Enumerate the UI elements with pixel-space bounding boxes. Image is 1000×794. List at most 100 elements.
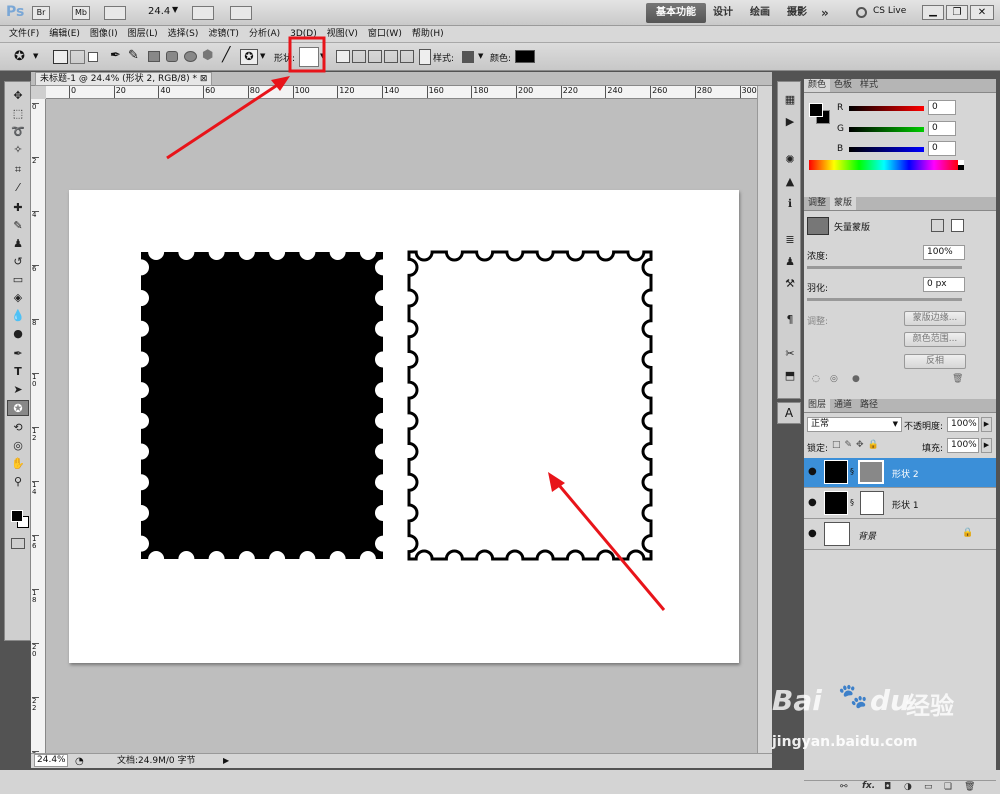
navigator-panel-icon[interactable]: ✺ <box>779 152 801 168</box>
tab-channels[interactable]: 通道 <box>830 399 856 412</box>
pixel-mask-icon[interactable] <box>931 219 944 232</box>
color-spectrum[interactable] <box>809 160 959 170</box>
history-panel-icon[interactable]: ▦ <box>779 92 801 108</box>
menu-filter[interactable]: 滤镜(T) <box>203 26 244 42</box>
black-swatch[interactable] <box>958 165 964 170</box>
subtract-shape-icon[interactable] <box>368 50 382 63</box>
tab-paths[interactable]: 路径 <box>856 399 882 412</box>
pen-tool-icon[interactable]: ✒ <box>7 346 29 362</box>
chevron-down-icon[interactable]: ▼ <box>320 52 325 60</box>
new-shape-layer-icon[interactable] <box>336 50 350 63</box>
crop-tool-icon[interactable]: ⌗ <box>7 162 29 178</box>
healing-brush-icon[interactable]: ✚ <box>7 200 29 216</box>
menu-analysis[interactable]: 分析(A) <box>244 26 285 42</box>
rectangle-tool-icon[interactable] <box>148 51 160 62</box>
clone-stamp-icon[interactable]: ♟ <box>7 236 29 252</box>
info-panel-icon[interactable]: ℹ <box>779 196 801 212</box>
group-icon[interactable]: ▭ <box>924 782 933 792</box>
canvas-document[interactable] <box>69 190 739 663</box>
status-arrow-icon[interactable]: ▶ <box>223 754 229 768</box>
opacity-arrow[interactable]: ▶ <box>981 417 992 432</box>
r-value[interactable]: 0 <box>928 100 956 115</box>
animation-panel-icon[interactable]: ⬒ <box>779 368 801 384</box>
invert-button[interactable]: 反相 <box>904 354 966 369</box>
3d-orbit-icon[interactable]: ◎ <box>7 438 29 454</box>
eye-icon[interactable]: ● <box>808 528 817 539</box>
stamp-shape-filled[interactable] <box>141 252 383 559</box>
color-range-button[interactable]: 颜色范围... <box>904 332 966 347</box>
workspace-design[interactable]: 设计 <box>713 4 733 22</box>
character-panel-icon[interactable]: A <box>777 402 801 424</box>
eraser-icon[interactable]: ▭ <box>7 272 29 288</box>
new-layer-icon[interactable]: ❏ <box>944 782 952 792</box>
freeform-pen-icon[interactable]: ✎ <box>128 48 139 63</box>
screen-mode-button[interactable] <box>230 6 252 20</box>
eye-icon[interactable]: ● <box>808 497 817 508</box>
close-button[interactable]: ✕ <box>970 5 994 20</box>
b-value[interactable]: 0 <box>928 141 956 156</box>
actions-panel-icon[interactable]: ▶ <box>779 114 801 130</box>
hand-tool-icon[interactable]: ✋ <box>7 456 29 472</box>
menu-3d[interactable]: 3D(D) <box>285 26 322 42</box>
paragraph-panel-icon[interactable]: ¶ <box>779 312 801 328</box>
opacity-value[interactable]: 100% <box>947 417 979 432</box>
pen-tool-icon[interactable]: ✒ <box>110 48 121 63</box>
tab-swatches[interactable]: 色板 <box>830 79 856 92</box>
intersect-shape-icon[interactable] <box>384 50 398 63</box>
link-style-icon[interactable] <box>419 49 431 65</box>
arrange-documents-button[interactable] <box>192 6 214 20</box>
chevron-down-icon[interactable]: ▼ <box>172 5 178 14</box>
paint-bucket-icon[interactable]: ◈ <box>7 290 29 306</box>
dodge-tool-icon[interactable]: ● <box>7 326 29 342</box>
quick-select-icon[interactable]: ✧ <box>7 142 29 158</box>
blur-tool-icon[interactable]: 💧 <box>7 308 29 324</box>
g-slider[interactable] <box>849 127 924 132</box>
type-tool-icon[interactable]: T <box>7 364 29 380</box>
foreground-color-swatch[interactable] <box>11 510 23 522</box>
g-value[interactable]: 0 <box>928 121 956 136</box>
menu-window[interactable]: 窗口(W) <box>363 26 407 42</box>
rounded-rect-tool-icon[interactable] <box>166 51 178 62</box>
feather-slider[interactable] <box>807 298 962 301</box>
brushes-panel-icon[interactable]: ≣ <box>779 232 801 248</box>
delete-mask-icon[interactable]: 🗑 <box>952 374 963 384</box>
clone-source-icon[interactable]: ♟ <box>779 254 801 270</box>
mask-edge-button[interactable]: 蒙版边缘... <box>904 311 966 326</box>
shape-layers-mode[interactable] <box>53 50 68 64</box>
density-value[interactable]: 100% <box>923 245 965 260</box>
tab-layers[interactable]: 图层 <box>804 399 831 412</box>
workspace-painting[interactable]: 绘画 <box>750 4 770 22</box>
vertical-scrollbar[interactable] <box>757 86 772 753</box>
mini-bridge-button[interactable]: Mb <box>72 6 90 20</box>
tab-masks[interactable]: 蒙版 <box>830 197 857 210</box>
document-tab[interactable]: 未标题-1 @ 24.4% (形状 2, RGB/8) * ⊠ <box>35 72 213 86</box>
r-slider[interactable] <box>849 106 924 111</box>
fx-icon[interactable]: fx. <box>862 781 875 791</box>
vector-mask-icon[interactable] <box>951 219 964 232</box>
lasso-tool-icon[interactable]: ➰ <box>7 124 29 140</box>
chevron-down-icon[interactable]: ▼ <box>33 52 38 60</box>
apply-mask-icon[interactable]: ◎ <box>830 374 838 384</box>
lock-icons[interactable]: □✎✥🔒 <box>832 440 883 450</box>
move-tool-icon[interactable]: ✥ <box>7 88 29 104</box>
histogram-panel-icon[interactable]: ▲ <box>779 174 801 190</box>
fg-color[interactable] <box>809 103 823 117</box>
workspace-more[interactable]: » <box>821 4 829 22</box>
fill-pixels-mode[interactable] <box>88 52 98 62</box>
adjustment-layer-icon[interactable]: ◑ <box>904 782 912 792</box>
eye-icon[interactable]: ● <box>808 466 817 477</box>
workspace-basic[interactable]: 基本功能 <box>646 3 706 23</box>
add-mask-icon[interactable]: ◘ <box>884 782 891 792</box>
custom-shape-button[interactable]: ✪ <box>240 49 258 65</box>
ellipse-tool-icon[interactable] <box>184 51 197 62</box>
brush-tool-icon[interactable]: ✎ <box>7 218 29 234</box>
polygon-tool-icon[interactable]: ⬢ <box>202 48 213 63</box>
minimize-button[interactable]: ▁ <box>922 5 944 20</box>
zoom-field[interactable]: 24.4% <box>34 754 68 767</box>
custom-shape-tool-icon[interactable]: ✪ <box>14 49 25 64</box>
load-selection-icon[interactable]: ◌ <box>812 374 820 384</box>
3d-rotate-icon[interactable]: ⟲ <box>7 420 29 436</box>
blend-mode-select[interactable]: 正常 ▼ <box>807 417 902 432</box>
bridge-button[interactable]: Br <box>32 6 50 20</box>
marquee-tool-icon[interactable]: ⬚ <box>7 106 29 122</box>
